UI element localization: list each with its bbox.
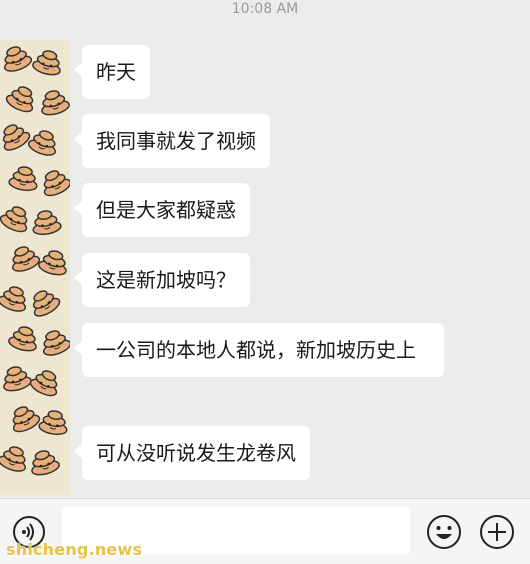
message-list: 昨天 我同事就发了视频 但是大家都疑惑 这是新加坡吗？ 一公司的本地人都说，新加… bbox=[0, 0, 530, 495]
message-bubble[interactable]: 但是大家都疑惑 bbox=[74, 183, 250, 237]
message-bubble[interactable]: 我同事就发了视频 bbox=[74, 114, 270, 168]
message-bubble[interactable]: 这是新加坡吗？ bbox=[74, 253, 250, 307]
message-bubble[interactable]: 昨天 bbox=[74, 45, 150, 99]
watermark: shicheng.news bbox=[6, 540, 143, 559]
emoji-icon[interactable] bbox=[425, 513, 463, 551]
message-bubble[interactable]: 一公司的本地人都说，新加坡历史上 bbox=[74, 323, 444, 377]
plus-icon[interactable] bbox=[478, 513, 516, 551]
message-bubble[interactable]: 可从没听说发生龙卷风 bbox=[74, 426, 310, 480]
